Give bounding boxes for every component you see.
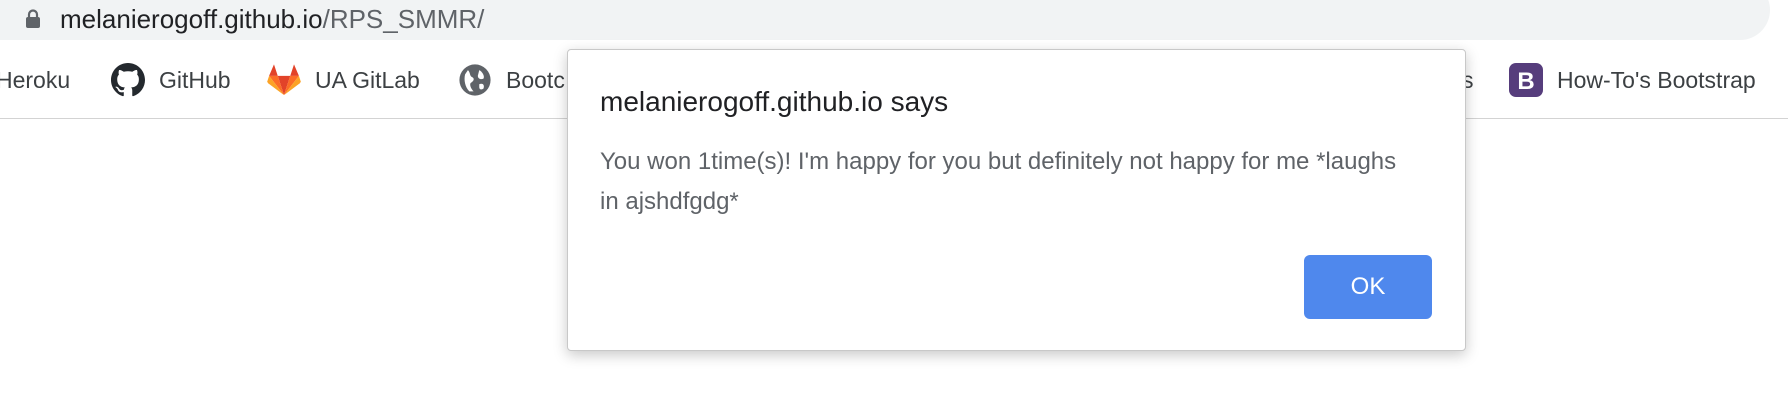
lock-icon[interactable]	[25, 9, 41, 29]
bookmark-label: How-To's Bootstrap	[1557, 66, 1756, 93]
bookmark-label: Heroku	[0, 66, 71, 93]
bookmark-github[interactable]: GitHub	[111, 60, 231, 100]
bookmark-bootc[interactable]: Bootc	[458, 60, 565, 100]
bookmark-ua-gitlab[interactable]: UA GitLab	[267, 60, 420, 100]
url-domain: melanierogoff.github.io	[60, 4, 323, 34]
svg-text:B: B	[1517, 68, 1534, 95]
bookmark-label: UA GitLab	[315, 66, 420, 93]
dialog-message: You won 1time(s)! I'm happy for you but …	[600, 148, 1397, 215]
alert-dialog: melanierogoff.github.io says You won 1ti…	[567, 49, 1466, 351]
bookmark-how-tos-bootstrap[interactable]: B How-To's Bootstrap	[1509, 60, 1756, 100]
url-text[interactable]: melanierogoff.github.io/RPS_SMMR/	[60, 4, 484, 34]
gitlab-icon	[267, 64, 301, 96]
globe-icon	[459, 64, 491, 96]
bookmark-label: GitHub	[159, 66, 231, 93]
bookmark-label: Bootc	[506, 66, 565, 93]
url-path: /RPS_SMMR/	[322, 4, 485, 34]
ok-button[interactable]: OK	[1304, 255, 1432, 319]
github-icon	[111, 63, 145, 97]
bookmark-heroku[interactable]: Heroku	[0, 60, 70, 100]
browser-viewport: melanierogoff.github.io/RPS_SMMR/ Heroku…	[0, 0, 1788, 416]
dialog-title: melanierogoff.github.io says	[600, 86, 949, 117]
address-bar[interactable]: melanierogoff.github.io/RPS_SMMR/	[0, 0, 1770, 40]
bootstrap-icon: B	[1509, 63, 1543, 97]
